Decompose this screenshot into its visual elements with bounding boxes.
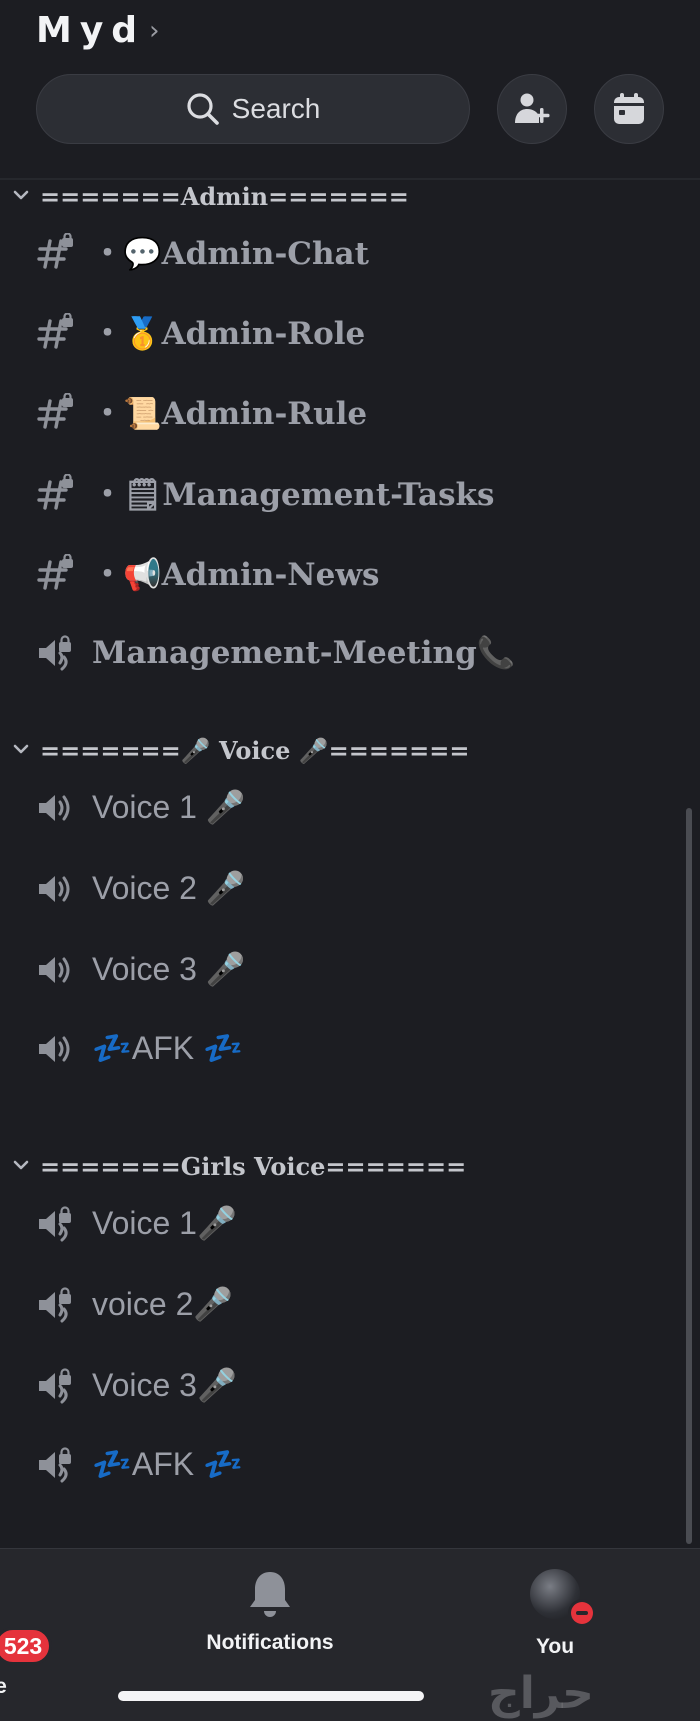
search-label: Search bbox=[231, 93, 321, 124]
server-name[interactable]: Myd bbox=[36, 10, 145, 51]
channel-name: Voice 2 🎤 bbox=[92, 870, 246, 906]
do-not-disturb-icon bbox=[568, 1599, 596, 1627]
channel-girls-voice-1[interactable]: Voice 1🎤 bbox=[0, 1193, 690, 1253]
channel-name: ・📜Admin-Rule bbox=[92, 395, 368, 432]
locked-voice-channel-icon bbox=[37, 1287, 73, 1323]
channel-name: ・📢Admin-News bbox=[92, 556, 380, 593]
channel-voice-1[interactable]: Voice 1 🎤 bbox=[0, 777, 690, 837]
channel-name: Voice 1🎤 bbox=[92, 1205, 237, 1241]
locked-text-channel-icon bbox=[37, 393, 75, 429]
channel-name: ・💬Admin-Chat bbox=[92, 235, 369, 272]
chevron-down-icon bbox=[13, 744, 29, 754]
locked-text-channel-icon bbox=[37, 233, 75, 269]
channel-name: voice 2🎤 bbox=[92, 1286, 234, 1322]
channel-name: 💤AFK 💤 bbox=[92, 1030, 243, 1066]
channel-admin-chat[interactable]: ・💬Admin-Chat bbox=[0, 220, 690, 280]
channel-voice-2[interactable]: Voice 2 🎤 bbox=[0, 858, 690, 918]
speaker-icon bbox=[37, 955, 70, 985]
chevron-right-icon: › bbox=[149, 15, 160, 46]
channel-name: Voice 3🎤 bbox=[92, 1367, 237, 1403]
channel-girls-afk[interactable]: 💤AFK 💤 bbox=[0, 1434, 690, 1494]
locked-text-channel-icon bbox=[37, 554, 75, 590]
locked-text-channel-icon bbox=[37, 313, 75, 349]
channel-name: ・🥇Admin-Role bbox=[92, 315, 366, 352]
locked-voice-channel-icon bbox=[37, 1206, 73, 1242]
channel-girls-voice-3[interactable]: Voice 3🎤 bbox=[0, 1355, 690, 1415]
chevron-down-icon bbox=[13, 1160, 29, 1170]
add-member-icon bbox=[515, 93, 550, 123]
category-girls-voice[interactable]: =======Girls Voice======= bbox=[0, 1146, 700, 1186]
channel-name: Management-Meeting📞 bbox=[92, 634, 516, 671]
locked-voice-channel-icon bbox=[37, 1447, 73, 1483]
speaker-icon bbox=[37, 874, 70, 904]
channel-name: 💤AFK 💤 bbox=[92, 1446, 243, 1482]
nav-notifications-label: Notifications bbox=[206, 1631, 334, 1654]
category-voice[interactable]: =======🎤 Voice 🎤======= bbox=[0, 730, 700, 770]
category-label: =======Admin======= bbox=[40, 181, 409, 211]
channel-afk[interactable]: 💤AFK 💤 bbox=[0, 1018, 690, 1078]
watermark-logo: حراج bbox=[488, 1668, 594, 1719]
channel-name: Voice 3 🎤 bbox=[92, 951, 246, 987]
channel-admin-rule[interactable]: ・📜Admin-Rule bbox=[0, 380, 690, 440]
category-label: =======🎤 Voice 🎤======= bbox=[40, 735, 470, 765]
channel-admin-role[interactable]: ・🥇Admin-Role bbox=[0, 300, 690, 360]
bell-icon bbox=[250, 1572, 290, 1617]
channel-voice-3[interactable]: Voice 3 🎤 bbox=[0, 939, 690, 999]
channel-admin-news[interactable]: ・📢Admin-News bbox=[0, 541, 690, 601]
search-icon bbox=[187, 93, 219, 125]
category-admin[interactable]: =======Admin======= bbox=[0, 176, 700, 216]
locked-voice-channel-icon bbox=[37, 1368, 73, 1404]
channel-management-meeting[interactable]: Management-Meeting📞 bbox=[0, 622, 690, 682]
unread-badge: 523 bbox=[0, 1627, 52, 1665]
channel-girls-voice-2[interactable]: voice 2🎤 bbox=[0, 1274, 690, 1334]
events-button[interactable] bbox=[594, 74, 664, 144]
locked-voice-channel-icon bbox=[37, 635, 73, 671]
avatar bbox=[530, 1569, 596, 1627]
chevron-down-icon bbox=[13, 190, 29, 200]
speaker-icon bbox=[37, 793, 70, 823]
nav-you-label: You bbox=[535, 1635, 575, 1658]
nav-you[interactable]: You bbox=[510, 1569, 600, 1659]
channel-name: Voice 1 🎤 bbox=[92, 789, 246, 825]
home-indicator bbox=[118, 1691, 424, 1701]
channel-name: ・🗒Management-Tasks bbox=[92, 476, 495, 513]
nav-home-label: e bbox=[0, 1675, 7, 1698]
locked-text-channel-icon bbox=[37, 474, 75, 510]
category-label: =======Girls Voice======= bbox=[40, 1151, 467, 1181]
channel-management-tasks[interactable]: ・🗒Management-Tasks bbox=[0, 461, 690, 521]
speaker-icon bbox=[37, 1034, 70, 1064]
scrollbar[interactable] bbox=[686, 808, 692, 1544]
invite-members-button[interactable] bbox=[497, 74, 567, 144]
server-title[interactable]: Myd › bbox=[36, 10, 159, 51]
nav-notifications[interactable]: Notifications bbox=[190, 1569, 350, 1655]
search-button[interactable]: Search bbox=[36, 74, 470, 144]
calendar-icon bbox=[614, 93, 644, 124]
